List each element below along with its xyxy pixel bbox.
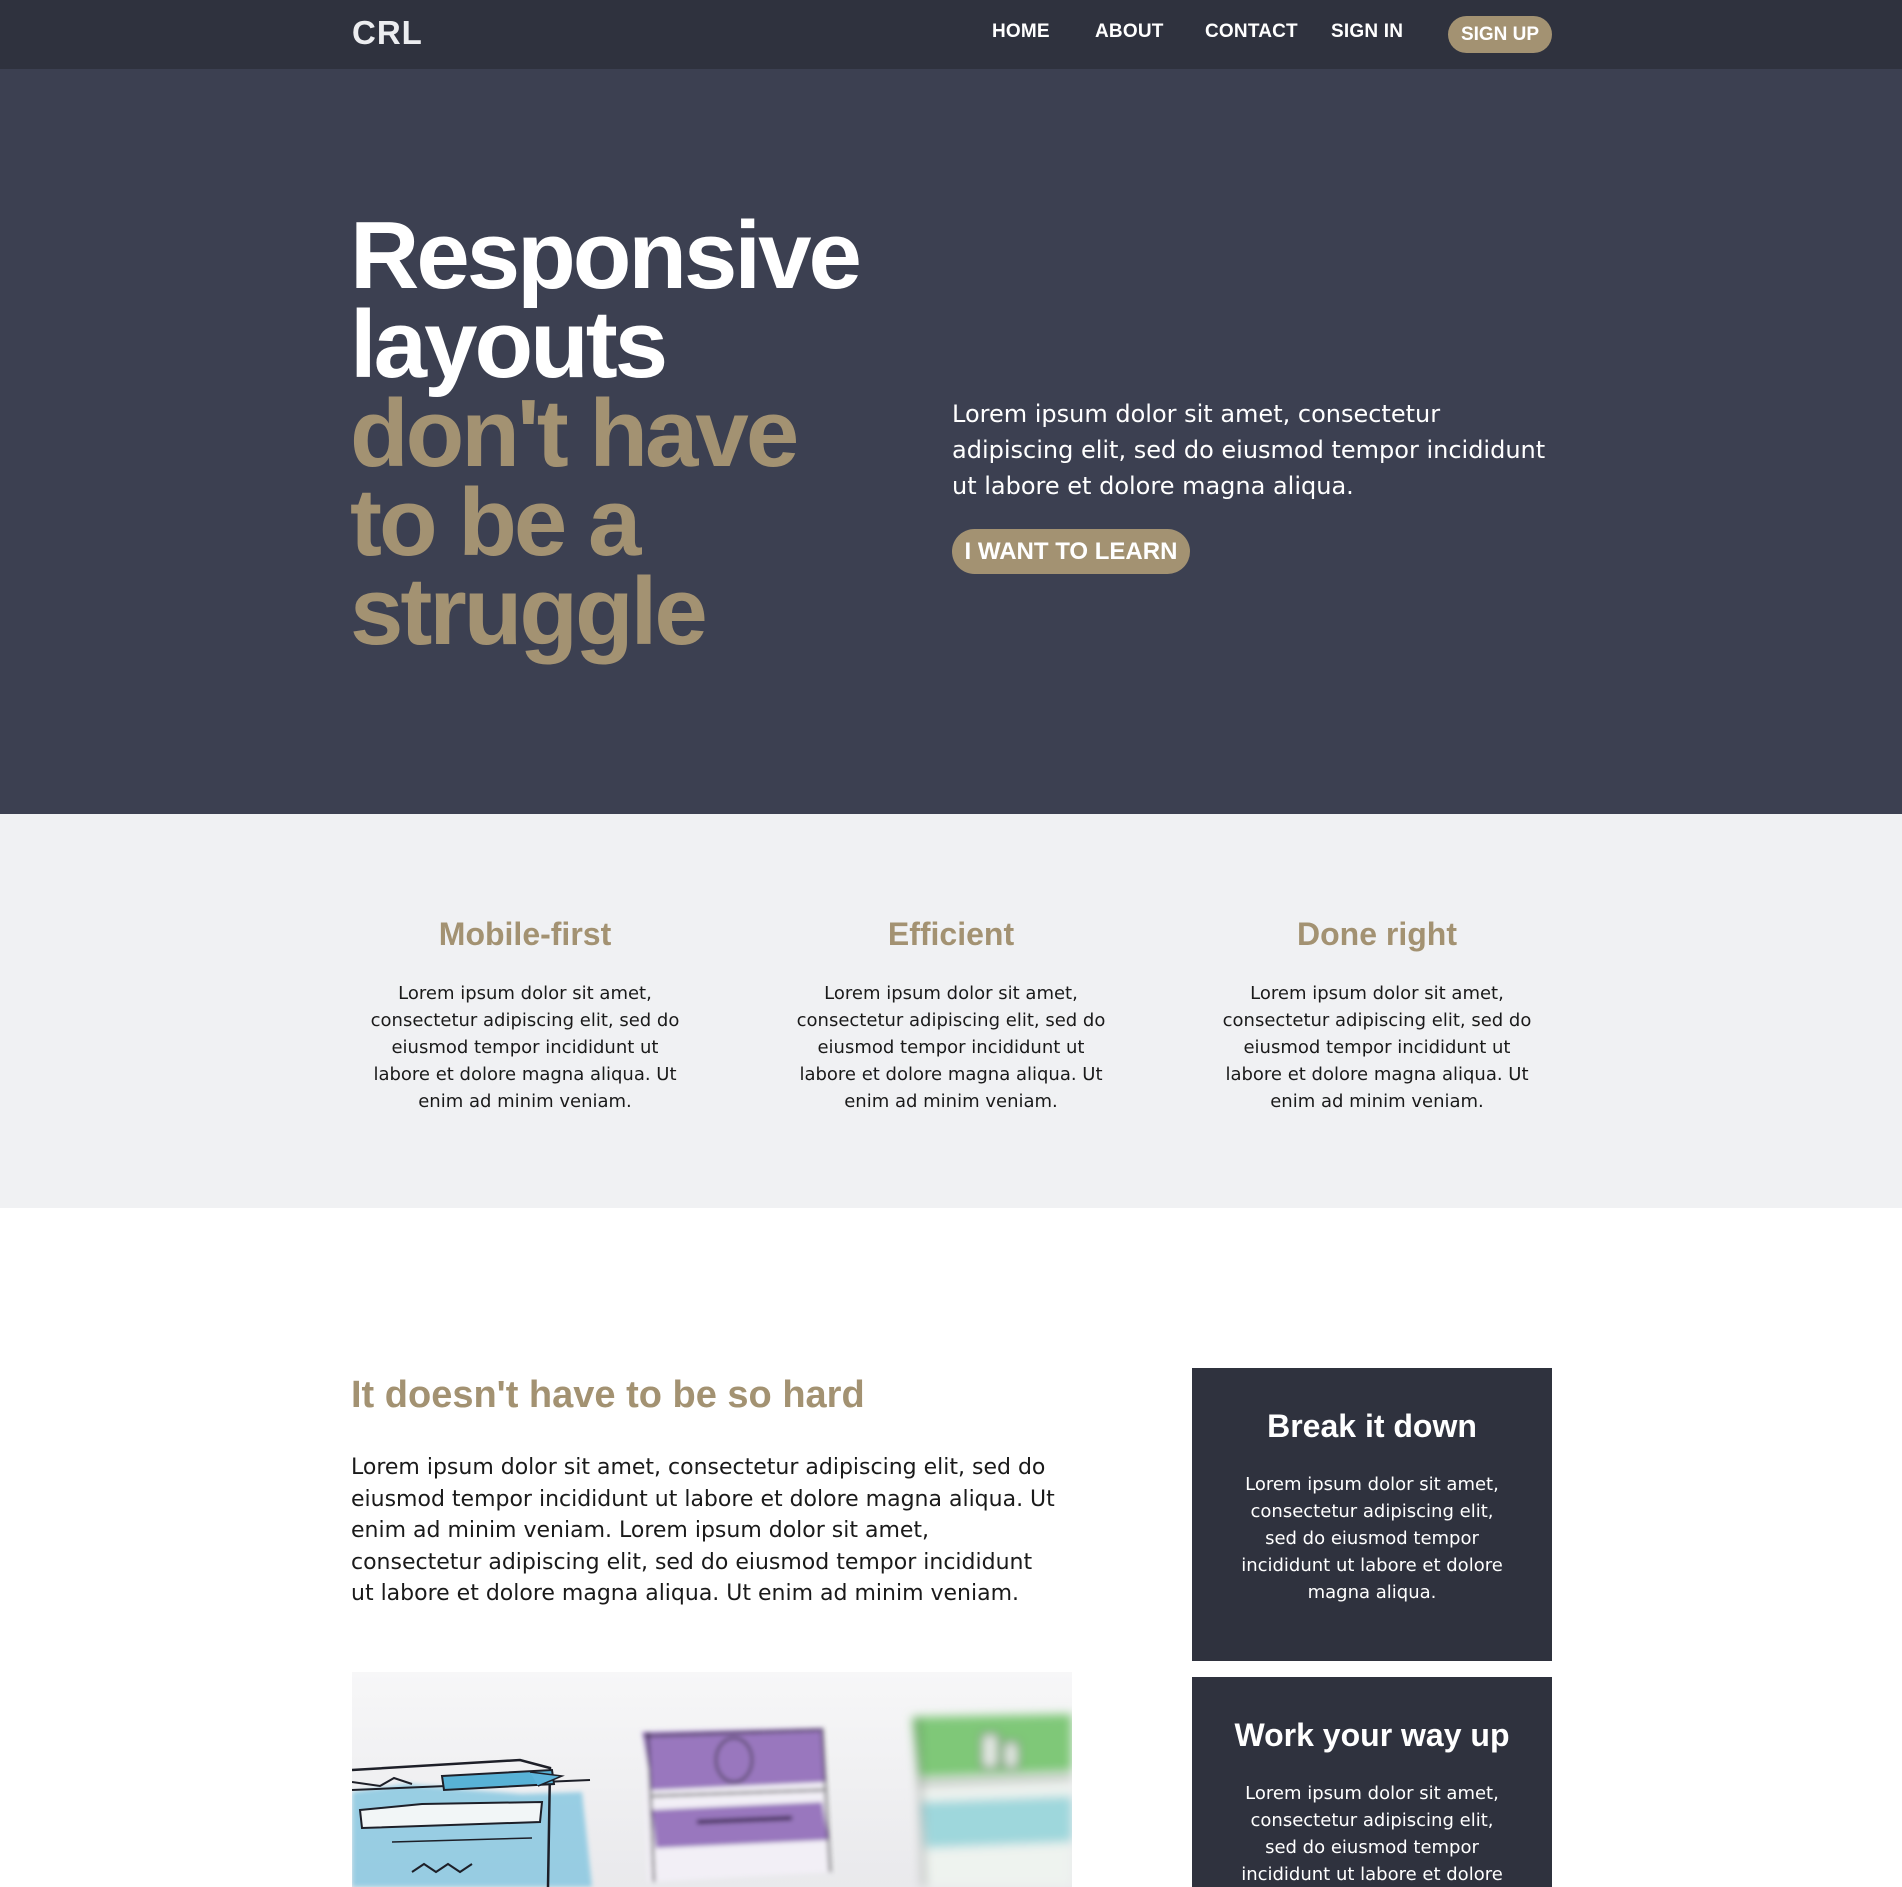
feature-title: Mobile-first — [438, 916, 612, 952]
feature-mobile-first: Mobile-first Lorem ipsum dolor sit amet,… — [365, 914, 685, 1115]
hero-title-accent: don't have to be a struggle — [350, 380, 799, 665]
hero-section: Responsive layouts don't have to be a st… — [0, 69, 1902, 814]
hero-title: Responsive layouts don't have to be a st… — [350, 208, 870, 660]
feature-text: Lorem ipsum dolor sit amet, consectetur … — [796, 983, 1106, 1112]
nav-link-home[interactable]: HOME — [992, 21, 1050, 43]
feature-title: Done right — [1297, 916, 1457, 952]
card-text: Lorem ipsum dolor sit amet, consectetur … — [1241, 1474, 1503, 1603]
wireframe-sketch-drawing — [352, 1672, 1072, 1887]
navbar: CRL HOME ABOUT CONTACT SIGN IN SIGN UP — [0, 0, 1902, 69]
nav-link-contact[interactable]: CONTACT — [1205, 21, 1298, 43]
features-section: Mobile-first Lorem ipsum dolor sit amet,… — [0, 814, 1902, 1208]
feature-efficient: Efficient Lorem ipsum dolor sit amet, co… — [791, 914, 1111, 1115]
site-logo[interactable]: CRL — [352, 14, 423, 52]
hero-title-white: Responsive layouts — [350, 202, 862, 398]
card-title: Work your way up — [1234, 1717, 1510, 1753]
learn-button[interactable]: I WANT TO LEARN — [952, 529, 1190, 574]
card-break-it-down: Break it down Lorem ipsum dolor sit amet… — [1192, 1368, 1552, 1661]
feature-text: Lorem ipsum dolor sit amet, consectetur … — [1222, 983, 1532, 1112]
card-work-your-way-up: Work your way up Lorem ipsum dolor sit a… — [1192, 1677, 1552, 1887]
about-text: Lorem ipsum dolor sit amet, consectetur … — [351, 1455, 1055, 1606]
nav-link-sign-in[interactable]: SIGN IN — [1331, 21, 1403, 43]
card-title: Break it down — [1267, 1408, 1477, 1444]
hero-text: Lorem ipsum dolor sit amet, consectetur … — [952, 400, 1546, 500]
wireframe-sketch-image — [352, 1672, 1072, 1887]
card-text: Lorem ipsum dolor sit amet, consectetur … — [1241, 1783, 1503, 1885]
feature-text: Lorem ipsum dolor sit amet, consectetur … — [370, 983, 680, 1112]
sign-up-button[interactable]: SIGN UP — [1448, 16, 1552, 53]
feature-done-right: Done right Lorem ipsum dolor sit amet, c… — [1217, 914, 1537, 1115]
about-title: It doesn't have to be so hard — [351, 1374, 865, 1416]
feature-title: Efficient — [887, 916, 1015, 952]
nav-link-about[interactable]: ABOUT — [1095, 21, 1164, 43]
